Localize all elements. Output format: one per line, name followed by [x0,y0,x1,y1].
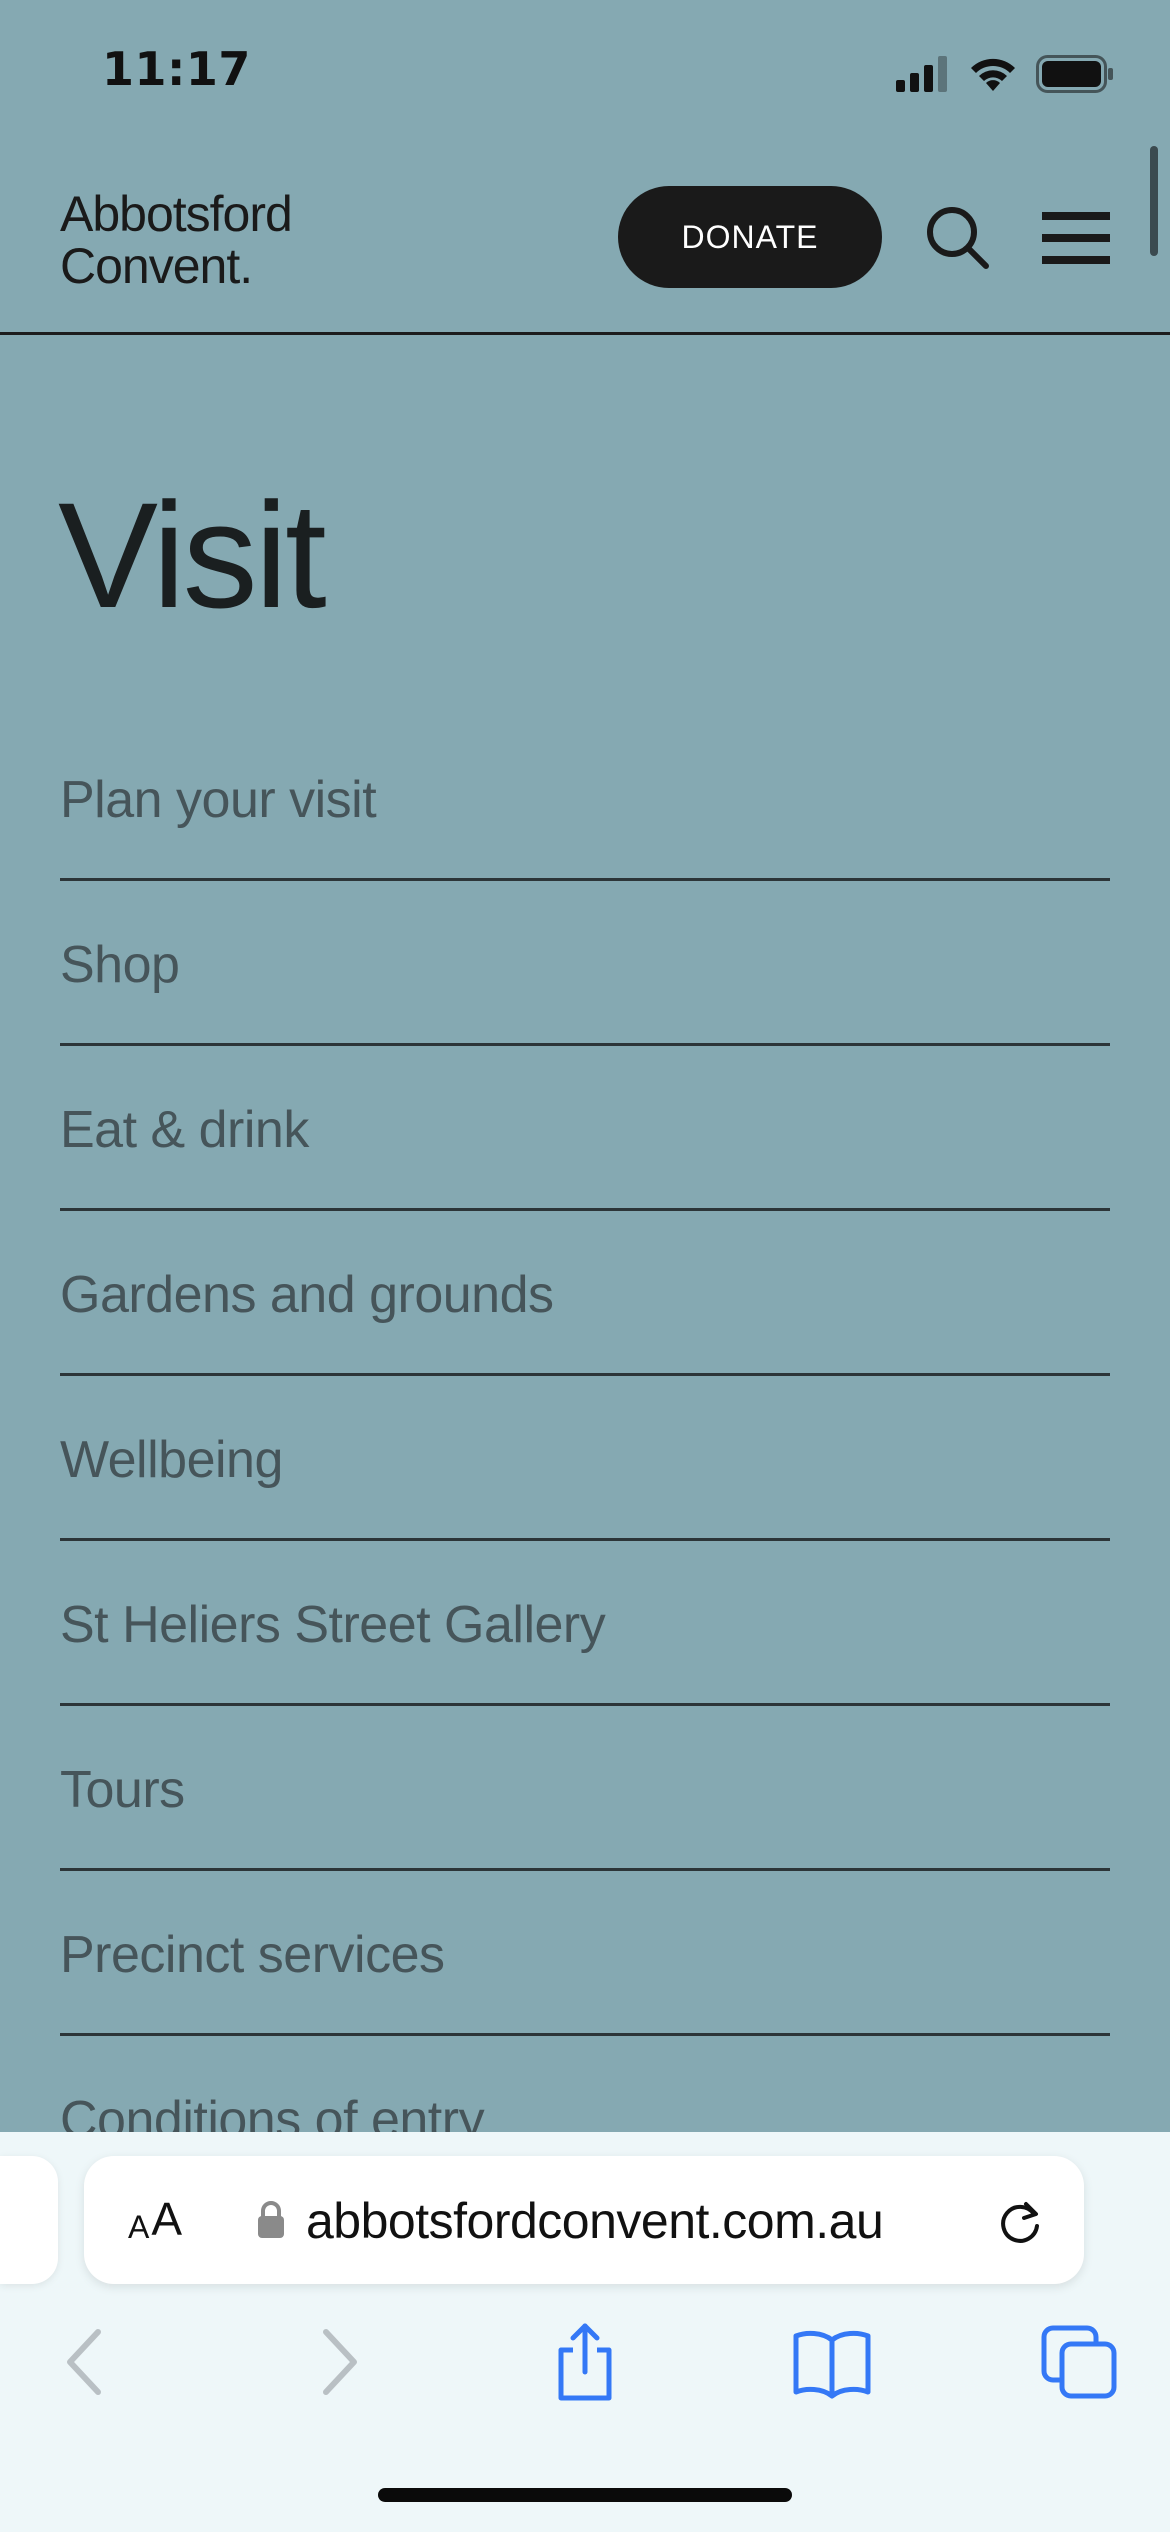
nav-item-gardens-and-grounds[interactable]: Gardens and grounds [60,1211,1110,1376]
url-text[interactable]: abbotsfordconvent.com.au [306,2192,884,2250]
scrollbar-thumb[interactable] [1150,146,1158,256]
tabs-icon[interactable] [1040,2322,1120,2402]
nav-item-label: St Heliers Street Gallery [60,1596,606,1654]
forward-icon[interactable] [298,2322,378,2402]
nav-item-label: Shop [60,936,180,994]
nav-item-wellbeing[interactable]: Wellbeing [60,1376,1110,1541]
nav-item-label: Gardens and grounds [60,1266,554,1324]
site-logo[interactable]: Abbotsford Convent. [60,186,293,294]
aa-big-glyph: A [151,2193,183,2245]
bookmarks-icon[interactable] [792,2322,872,2402]
nav-item-label: Eat & drink [60,1101,309,1159]
nav-item-label: Wellbeing [60,1431,283,1489]
site-header: Abbotsford Convent. DONATE [0,150,1170,335]
nav-item-label: Precinct services [60,1926,445,1984]
nav-item-plan-your-visit[interactable]: Plan your visit [60,716,1110,881]
menu-button[interactable] [1040,202,1112,274]
cellular-signal-icon [896,56,947,92]
logo-line-2: Convent. [60,238,253,294]
search-icon [927,207,989,269]
logo-line-1: Abbotsford [60,186,293,242]
battery-icon [1036,55,1113,93]
nav-item-conditions-of-entry[interactable]: Conditions of entry [60,2036,1110,2132]
lock-icon [258,2201,284,2238]
aa-small-glyph: A [128,2209,150,2245]
wifi-icon [971,58,1015,91]
hamburger-menu-icon [1042,212,1110,264]
visit-nav-list: Plan your visit Shop Eat & drink Gardens… [60,716,1110,2132]
page-title: Visit [58,471,327,639]
status-bar: 11:17 [0,0,1170,150]
nav-item-label: Plan your visit [60,771,377,829]
status-icons [896,52,1114,96]
browser-bottom-bar: A A abbotsfordconvent.com.au [0,2132,1170,2532]
nav-item-st-heliers-street-gallery[interactable]: St Heliers Street Gallery [60,1541,1110,1706]
reload-icon[interactable] [994,2196,1046,2248]
nav-item-label: Tours [60,1761,185,1819]
nav-item-label: Conditions of entry [60,2091,485,2132]
status-time: 11:17 [102,42,251,96]
nav-item-eat-drink[interactable]: Eat & drink [60,1046,1110,1211]
donate-button[interactable]: DONATE [618,186,882,288]
nav-item-tours[interactable]: Tours [60,1706,1110,1871]
reader-text-size-button[interactable]: A A [128,2193,183,2246]
share-icon[interactable] [545,2322,625,2402]
previous-tab-pill[interactable] [0,2156,58,2284]
nav-item-shop[interactable]: Shop [60,881,1110,1046]
nav-item-precinct-services[interactable]: Precinct services [60,1871,1110,2036]
address-bar[interactable]: A A abbotsfordconvent.com.au [84,2156,1084,2284]
back-icon[interactable] [46,2322,126,2402]
home-indicator[interactable] [378,2488,792,2502]
search-button[interactable] [922,202,994,274]
